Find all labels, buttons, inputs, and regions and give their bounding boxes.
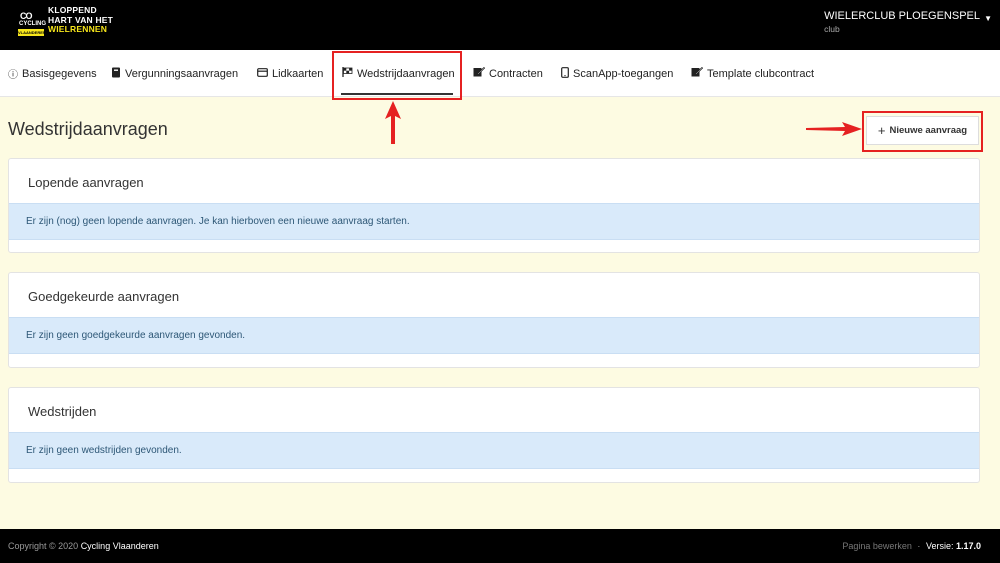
tab-contracten[interactable]: Contracten [473,50,543,97]
mobile-icon [561,66,569,81]
logo-line-3: WIELRENNEN [48,24,108,34]
info-circle-icon: ⓘ [8,70,18,81]
main-nav: ⓘ Basisgegevens Vergunningsaanvragen Lid… [0,50,1000,97]
tab-label: Lidkaarten [272,67,324,80]
tab-lidkaarten[interactable]: Lidkaarten [257,50,323,97]
new-request-button[interactable]: + Nieuwe aanvraag [866,116,979,145]
edit-page-link[interactable]: Pagina bewerken [842,541,912,551]
cycling-vlaanderen-logo[interactable]: CO CYCLING VLAANDEREN KLOPPEND HART VAN … [17,5,113,42]
panel-lopende-aanvragen: Lopende aanvragen Er zijn (nog) geen lop… [8,158,980,253]
logo-badge: CO CYCLING VLAANDEREN [17,9,46,39]
panel-goedgekeurde-aanvragen: Goedgekeurde aanvragen Er zijn geen goed… [8,272,980,368]
annotation-highlight-tab [332,51,462,100]
new-request-label: Nieuwe aanvraag [889,125,968,136]
panel-title: Wedstrijden [28,404,97,419]
info-alert: Er zijn geen wedstrijden gevonden. [9,432,979,469]
tab-label: Template clubcontract [707,67,814,80]
tab-vergunningsaanvragen[interactable]: Vergunningsaanvragen [111,50,238,97]
card-icon [257,67,268,80]
caret-down-icon: ▼ [984,14,992,23]
club-name: WIELERCLUB PLOEGENSPEL [824,10,980,22]
annotation-arrow-up-icon [385,101,401,144]
club-role: club [824,24,840,34]
alert-message: Er zijn geen goedgekeurde aanvragen gevo… [26,330,246,341]
book-icon [111,67,121,81]
copyright-text: Copyright © 2020 [8,541,79,551]
tab-label: Contracten [489,67,543,80]
sign-icon [691,66,704,80]
sign-icon [473,66,486,80]
logo-badge-bottom: VLAANDEREN [18,29,44,36]
footer: Copyright © 2020 Cycling Vlaanderen Pagi… [0,529,1000,563]
version-number: 1.17.0 [955,541,981,551]
logo-badge-middle: CYCLING [19,21,46,27]
club-selector[interactable]: WIELERCLUB PLOEGENSPEL club ▼ [824,10,992,34]
panel-title: Goedgekeurde aanvragen [28,289,180,304]
tab-label: ScanApp-toegangen [573,67,674,80]
alert-message: Er zijn geen wedstrijden gevonden. [26,445,182,456]
tab-scanapp-toegangen[interactable]: ScanApp-toegangen [561,50,673,97]
panel-title: Lopende aanvragen [28,175,144,190]
panel-wedstrijden: Wedstrijden Er zijn geen wedstrijden gev… [8,387,980,483]
annotation-arrow-right-icon [806,122,862,136]
page-title: Wedstrijdaanvragen [8,119,168,139]
logo-badge-top: CO [20,11,32,21]
tab-label: Basisgegevens [22,67,97,80]
footer-separator: · [917,541,921,551]
plus-icon: + [877,123,886,138]
info-alert: Er zijn geen goedgekeurde aanvragen gevo… [9,317,979,354]
org-link[interactable]: Cycling Vlaanderen [81,541,159,551]
copyright: Copyright © 2020 Cycling Vlaanderen [8,541,159,551]
info-alert: Er zijn (nog) geen lopende aanvragen. Je… [9,203,979,240]
top-bar: CO CYCLING VLAANDEREN KLOPPEND HART VAN … [0,0,1000,50]
tab-basisgegevens[interactable]: ⓘ Basisgegevens [8,50,97,97]
footer-meta: Pagina bewerken · Versie: 1.17.0 [842,541,981,551]
tab-label: Vergunningsaanvragen [125,67,239,80]
alert-message: Er zijn (nog) geen lopende aanvragen. Je… [26,216,410,227]
version-label: Versie: [925,541,954,551]
logo-text: KLOPPEND HART VAN HET WIELRENNEN [48,5,113,42]
tab-template-clubcontract[interactable]: Template clubcontract [691,50,814,97]
